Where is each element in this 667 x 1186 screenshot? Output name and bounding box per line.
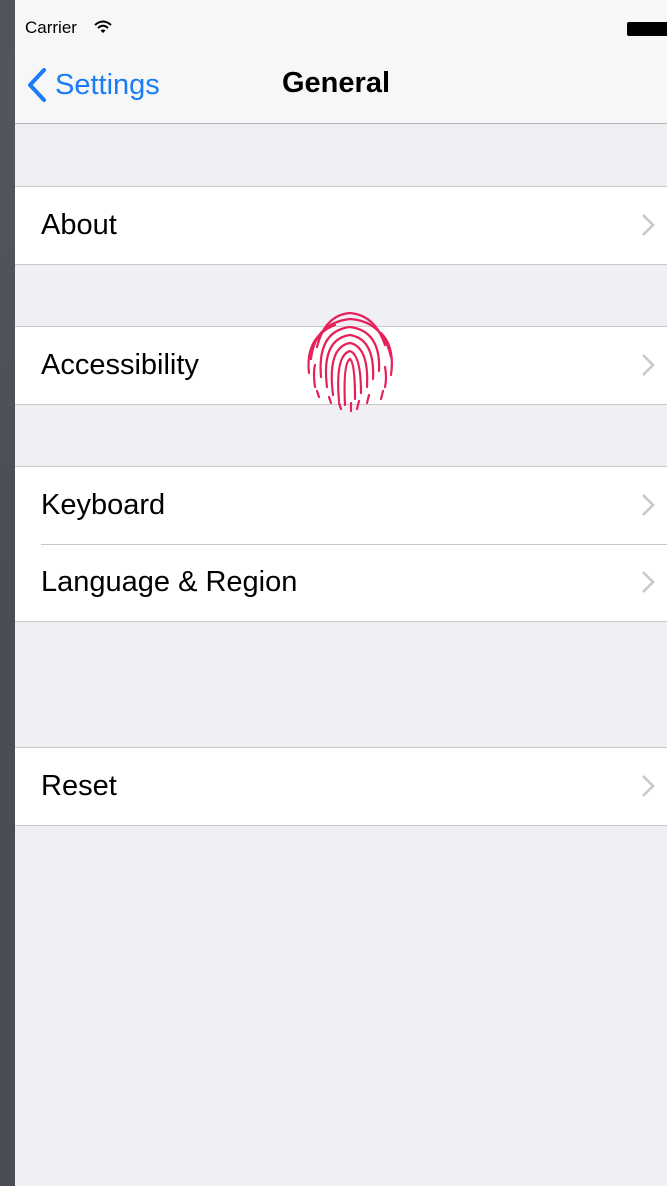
chevron-right-icon bbox=[642, 494, 655, 516]
wifi-icon bbox=[94, 20, 112, 33]
row-label: Accessibility bbox=[41, 349, 199, 381]
row-label: Language & Region bbox=[41, 566, 298, 598]
battery-icon bbox=[627, 22, 667, 36]
chevron-right-icon bbox=[642, 214, 655, 236]
navigation-bar: Settings General bbox=[15, 40, 667, 124]
fingerprint-icon bbox=[307, 311, 393, 413]
chevron-right-icon bbox=[642, 775, 655, 797]
settings-group-about: About bbox=[15, 186, 667, 265]
row-about[interactable]: About bbox=[15, 187, 667, 264]
carrier-label: Carrier bbox=[25, 18, 77, 37]
row-label: About bbox=[41, 209, 117, 241]
settings-group-reset: Reset bbox=[15, 747, 667, 826]
page-title: General bbox=[282, 67, 390, 99]
chevron-right-icon bbox=[642, 571, 655, 593]
chevron-right-icon bbox=[642, 354, 655, 376]
row-reset[interactable]: Reset bbox=[15, 748, 667, 825]
screen: Carrier Settings General About Accessibi… bbox=[15, 0, 667, 1186]
status-bar: Carrier bbox=[15, 0, 667, 40]
row-label: Reset bbox=[41, 770, 117, 802]
row-language-region[interactable]: Language & Region bbox=[15, 544, 667, 621]
settings-group-input: Keyboard Language & Region bbox=[15, 466, 667, 622]
row-label: Keyboard bbox=[41, 489, 166, 521]
row-keyboard[interactable]: Keyboard bbox=[15, 467, 667, 544]
